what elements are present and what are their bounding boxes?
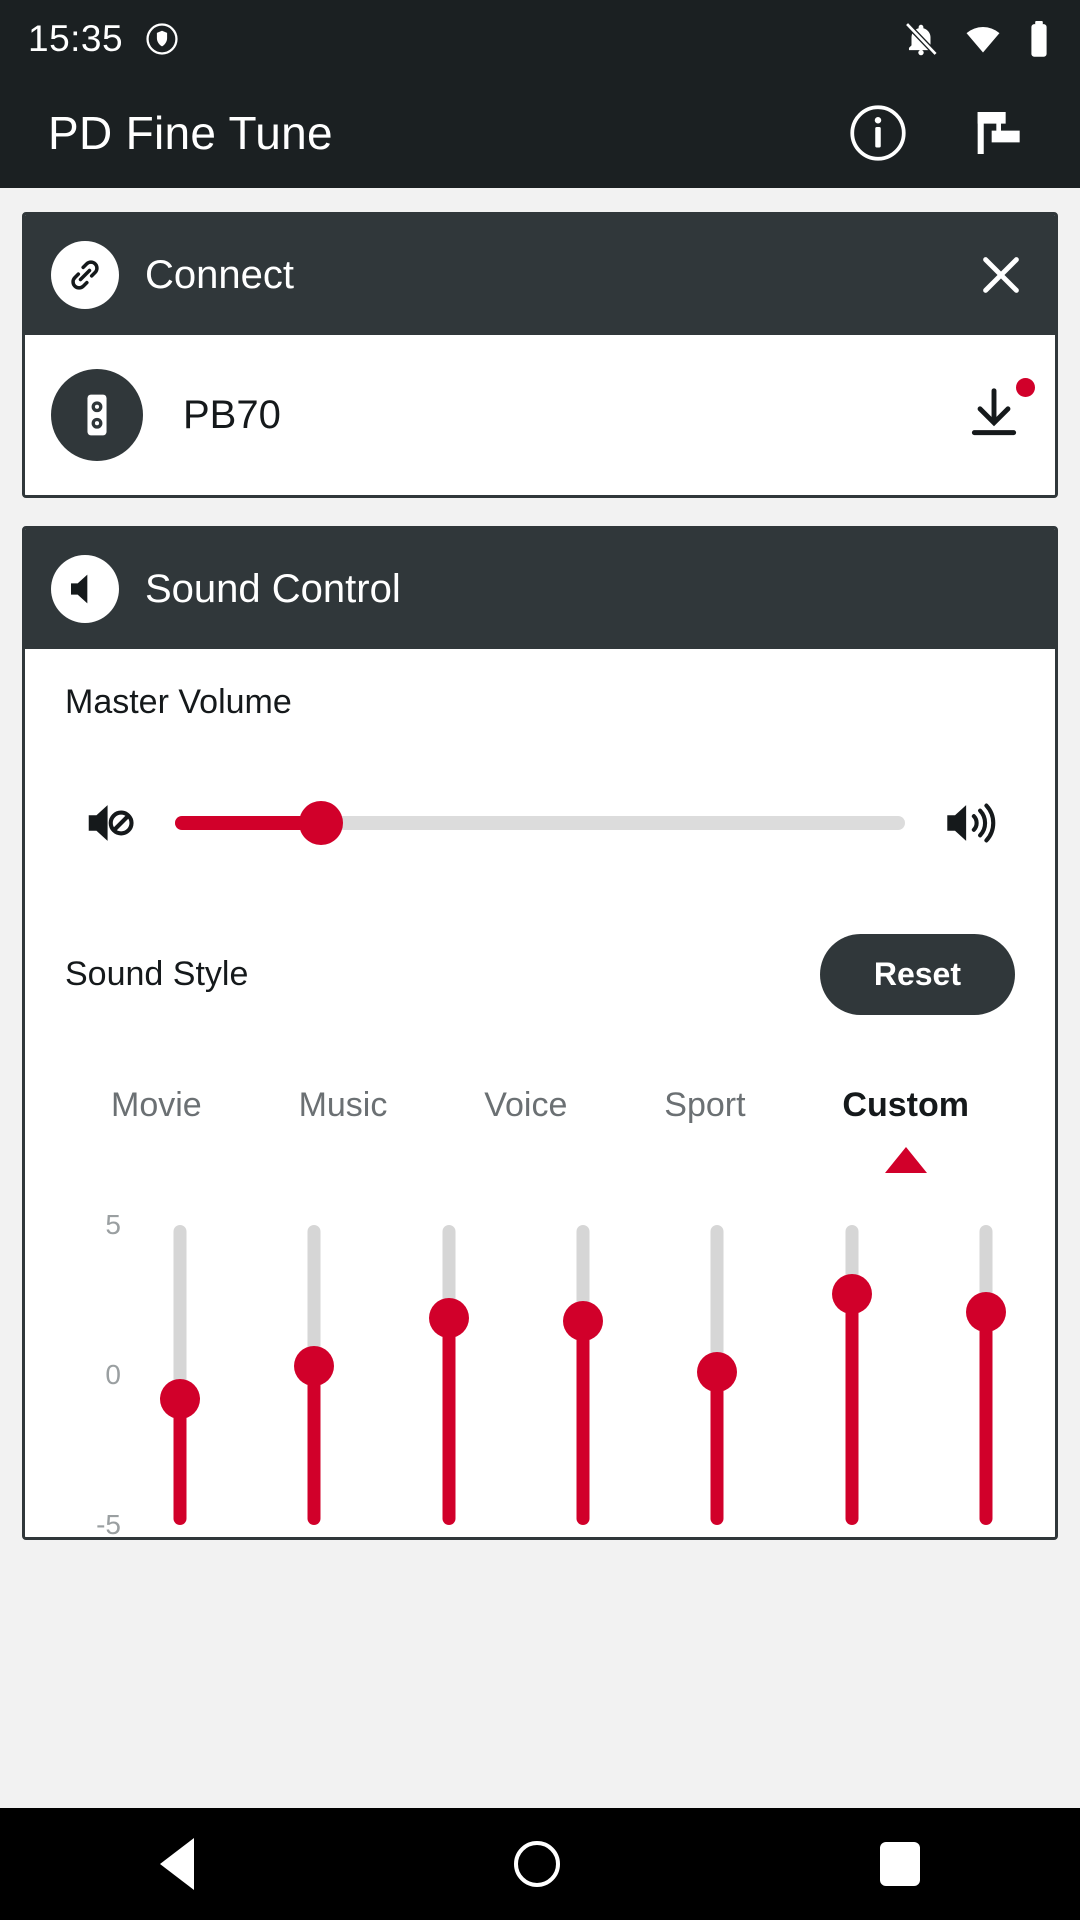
eq-band-fill: [576, 1321, 590, 1525]
device-name: PB70: [183, 392, 281, 437]
shield-icon: [145, 22, 179, 56]
info-icon[interactable]: [848, 103, 908, 163]
battery-icon: [1026, 20, 1052, 58]
eq-band-track: [307, 1225, 321, 1366]
axis-tick: -5: [96, 1509, 121, 1540]
eq-band-fill: [307, 1366, 321, 1525]
status-bar-left: 15:35: [28, 18, 179, 60]
eq-band-thumb[interactable]: [965, 1292, 1006, 1332]
eq-band-thumb[interactable]: [697, 1352, 738, 1392]
connect-card-title: Connect: [145, 252, 294, 297]
flag-icon[interactable]: [970, 105, 1032, 161]
eq-band-slider[interactable]: [420, 1207, 478, 1537]
app-bar-actions: [848, 103, 1032, 163]
page-content: Connect PB70 Sound Control Master Volume…: [0, 188, 1080, 1818]
eq-band-fill: [442, 1318, 456, 1525]
axis-tick: 5: [105, 1209, 121, 1240]
app-bar: PD Fine Tune: [0, 78, 1080, 188]
active-tab-arrow-icon: [884, 1147, 927, 1173]
home-icon[interactable]: [514, 1841, 560, 1887]
download-icon[interactable]: [963, 377, 1035, 449]
eq-band-slider[interactable]: [957, 1207, 1015, 1537]
volume-mute-icon[interactable]: [81, 794, 139, 852]
status-bar-clock: 15:35: [28, 18, 124, 59]
sound-control-body: Master Volume Sound Style Reset Movie Mu…: [25, 649, 1055, 1537]
link-icon: [51, 241, 119, 309]
master-volume-slider[interactable]: [175, 801, 905, 845]
back-icon[interactable]: [160, 1838, 194, 1890]
tab-music[interactable]: Music: [299, 1086, 388, 1125]
eq-band-slider[interactable]: [823, 1207, 881, 1537]
sound-control-header: Sound Control: [25, 529, 1055, 649]
page-title: PD Fine Tune: [48, 107, 333, 159]
tab-custom[interactable]: Custom: [842, 1086, 969, 1125]
axis-tick: 0: [105, 1359, 121, 1390]
connect-card-header: Connect: [25, 215, 1055, 335]
sound-style-tabs: Movie Music Voice Sport Custom: [65, 1086, 1015, 1125]
slider-thumb[interactable]: [299, 801, 343, 845]
connect-card: Connect PB70: [22, 212, 1058, 498]
sound-control-title: Sound Control: [145, 566, 401, 611]
equalizer: 5 0 -5: [65, 1207, 1015, 1537]
master-volume-row: [65, 794, 1015, 852]
wifi-icon: [964, 20, 1002, 58]
reset-button[interactable]: Reset: [819, 933, 1015, 1015]
sound-style-label: Sound Style: [65, 954, 249, 993]
sound-control-card: Sound Control Master Volume Sound Style …: [22, 526, 1058, 1540]
equalizer-bands: [151, 1207, 1015, 1537]
eq-band-thumb[interactable]: [562, 1301, 603, 1341]
eq-band-fill: [979, 1312, 993, 1525]
volume-up-icon[interactable]: [941, 794, 999, 852]
eq-band-fill: [710, 1372, 724, 1525]
close-icon[interactable]: [973, 247, 1029, 303]
speaker-icon: [51, 369, 143, 461]
eq-band-track: [173, 1225, 187, 1399]
eq-band-fill: [845, 1294, 859, 1525]
tab-sport[interactable]: Sport: [664, 1086, 745, 1125]
eq-band-thumb[interactable]: [294, 1346, 335, 1386]
status-bar-right: [902, 20, 1052, 58]
eq-band-slider[interactable]: [688, 1207, 746, 1537]
volume-icon: [51, 555, 119, 623]
active-tab-indicator-row: [65, 1147, 1015, 1193]
equalizer-axis: 5 0 -5: [65, 1207, 139, 1537]
android-nav-bar: [0, 1808, 1080, 1920]
eq-band-thumb[interactable]: [428, 1298, 469, 1338]
eq-band-slider[interactable]: [285, 1207, 343, 1537]
sound-style-row: Sound Style Reset: [65, 930, 1015, 1018]
tab-movie[interactable]: Movie: [111, 1086, 202, 1125]
eq-band-track: [710, 1225, 724, 1372]
device-row[interactable]: PB70: [25, 335, 1055, 495]
notifications-off-icon: [902, 20, 940, 58]
eq-band-slider[interactable]: [554, 1207, 612, 1537]
tab-voice[interactable]: Voice: [484, 1086, 567, 1125]
eq-band-thumb[interactable]: [160, 1379, 200, 1419]
eq-band-slider[interactable]: [151, 1207, 209, 1537]
recents-icon[interactable]: [880, 1842, 920, 1886]
update-badge: [1016, 377, 1035, 397]
eq-band-thumb[interactable]: [831, 1274, 872, 1314]
status-bar: 15:35: [0, 0, 1080, 78]
master-volume-label: Master Volume: [65, 683, 292, 721]
